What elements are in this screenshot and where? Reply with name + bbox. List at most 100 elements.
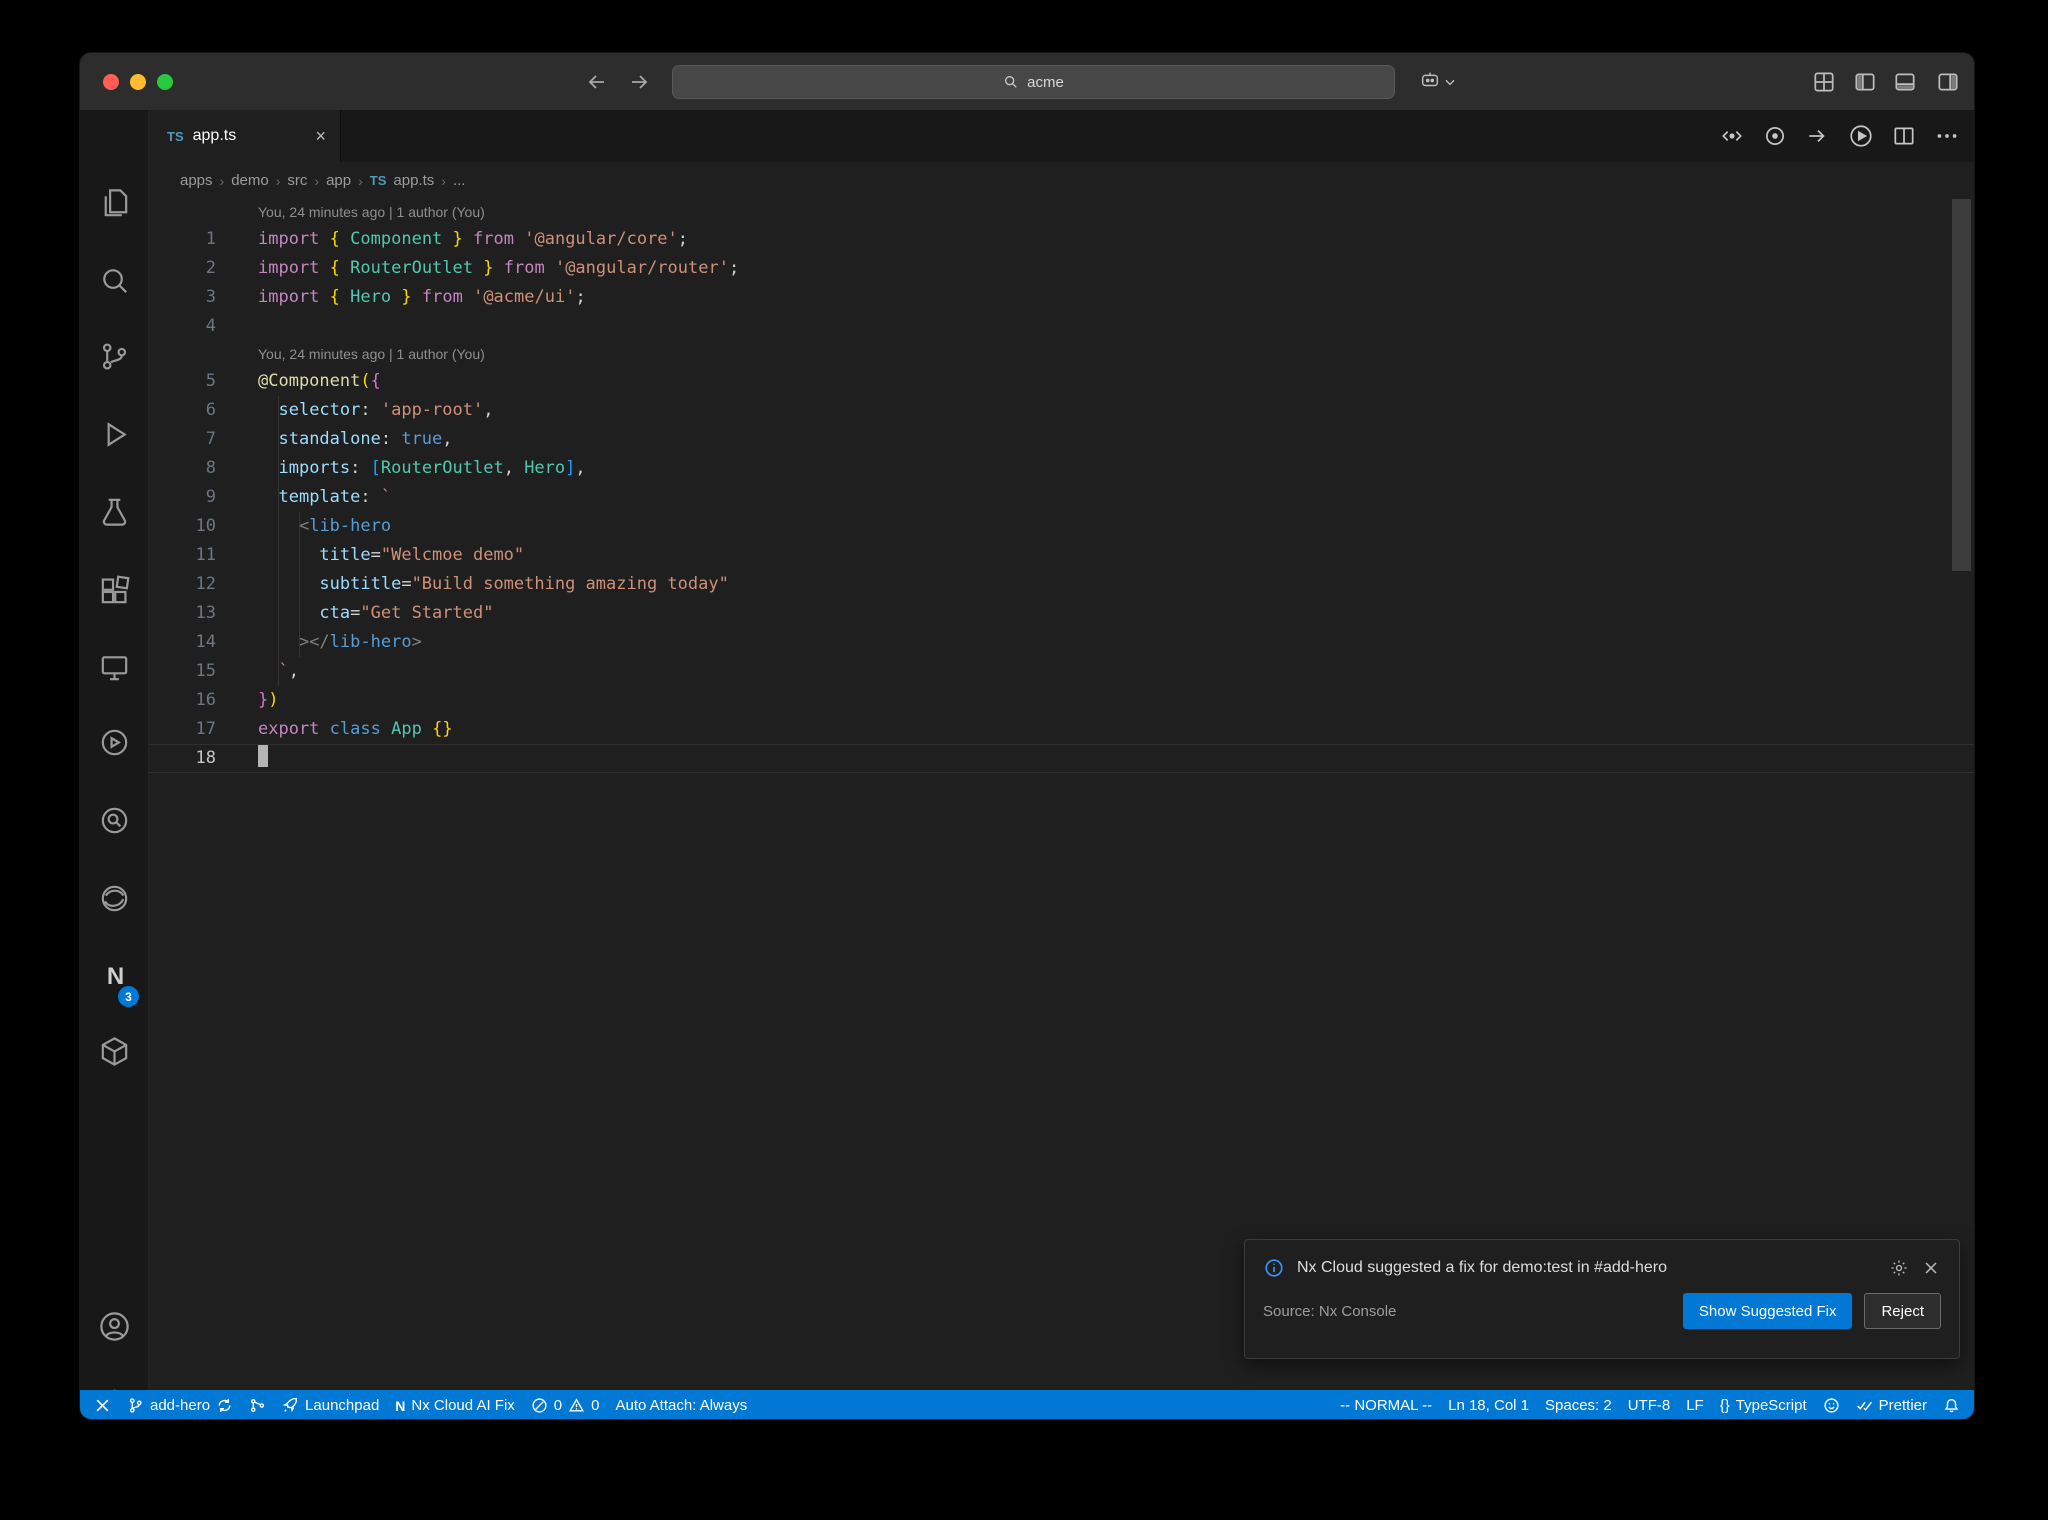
code-line[interactable]: 12 subtitle="Build something amazing tod… bbox=[149, 570, 1974, 599]
codelens-annotation[interactable]: You, 24 minutes ago | 1 author (You) bbox=[149, 199, 1974, 225]
notification-settings-gear-icon[interactable] bbox=[1889, 1258, 1909, 1278]
error-count: 0 bbox=[553, 1397, 563, 1414]
code-line[interactable]: 8 imports: [RouterOutlet, Hero], bbox=[149, 454, 1974, 483]
navigate-forward-button[interactable] bbox=[627, 70, 651, 94]
code-line[interactable]: 2 import { RouterOutlet } from '@angular/… bbox=[149, 254, 1974, 283]
code-line[interactable]: 3 import { Hero } from '@acme/ui'; bbox=[149, 283, 1974, 312]
code-line[interactable]: 9 template: ` bbox=[149, 483, 1974, 512]
language-mode-item[interactable]: {} TypeScript bbox=[1720, 1397, 1807, 1414]
line-number: 13 bbox=[195, 603, 216, 623]
explorer-icon[interactable] bbox=[97, 186, 132, 221]
circle-play-icon[interactable] bbox=[97, 725, 132, 760]
encoding-item[interactable]: UTF-8 bbox=[1628, 1397, 1671, 1414]
line-number: 17 bbox=[195, 719, 216, 739]
code-line[interactable]: 16}) bbox=[149, 686, 1974, 715]
toggle-primary-sidebar-icon[interactable] bbox=[1852, 69, 1878, 95]
tab-close-icon[interactable]: × bbox=[315, 127, 326, 145]
eol-item[interactable]: LF bbox=[1686, 1397, 1704, 1414]
feedback-smiley-icon[interactable] bbox=[1823, 1397, 1840, 1414]
line-number: 10 bbox=[195, 516, 216, 536]
notification-toast: Nx Cloud suggested a fix for demo:test i… bbox=[1244, 1239, 1960, 1359]
command-center-search[interactable]: acme bbox=[672, 65, 1395, 99]
line-number: 7 bbox=[205, 429, 216, 449]
code-line[interactable]: 6 selector: 'app-root', bbox=[149, 396, 1974, 425]
breadcrumb-item-demo[interactable]: demo bbox=[231, 172, 269, 189]
testing-icon[interactable] bbox=[97, 494, 132, 529]
line-number: 8 bbox=[205, 458, 216, 478]
breadcrumb-item-src[interactable]: src bbox=[287, 172, 307, 189]
accounts-icon[interactable] bbox=[97, 1309, 132, 1344]
notifications-bell-icon[interactable] bbox=[1943, 1397, 1960, 1414]
remote-explorer-icon[interactable] bbox=[97, 650, 132, 685]
code-line[interactable]: 15 `, bbox=[149, 657, 1974, 686]
editor-scrollbar[interactable] bbox=[1952, 199, 1971, 571]
code-text: cta="Get Started" bbox=[319, 603, 494, 623]
code-line[interactable]: 14 ></lib-hero> bbox=[149, 628, 1974, 657]
show-suggested-fix-button[interactable]: Show Suggested Fix bbox=[1682, 1293, 1853, 1329]
source-control-icon[interactable] bbox=[97, 339, 132, 374]
code-line[interactable]: 13 cta="Get Started" bbox=[149, 599, 1974, 628]
search-value: acme bbox=[1027, 73, 1064, 91]
search-icon[interactable] bbox=[97, 263, 132, 298]
tab-app-ts[interactable]: TS app.ts × bbox=[149, 110, 341, 162]
typescript-file-icon: TS bbox=[369, 173, 387, 188]
code-line[interactable]: 11 title="Welcmoe demo" bbox=[149, 541, 1974, 570]
zoom-window-button[interactable] bbox=[157, 74, 173, 90]
prettier-label: Prettier bbox=[1878, 1397, 1927, 1414]
code-line[interactable]: 1 import { Component } from '@angular/cor… bbox=[149, 225, 1974, 254]
breadcrumb-item-symbol[interactable]: ... bbox=[453, 172, 466, 189]
breadcrumb-item-app[interactable]: app bbox=[326, 172, 351, 189]
nx-cloud-ai-fix-item[interactable]: N Nx Cloud AI Fix bbox=[395, 1397, 515, 1414]
reject-button[interactable]: Reject bbox=[1864, 1293, 1941, 1329]
forward-arrow-icon[interactable] bbox=[1805, 123, 1831, 149]
breadcrumb-item-apps[interactable]: apps bbox=[180, 172, 213, 189]
customize-layout-icon[interactable] bbox=[1811, 69, 1837, 95]
braces-icon: {} bbox=[1719, 1397, 1730, 1414]
nx-icon: N bbox=[395, 1397, 406, 1414]
toggle-panel-icon[interactable] bbox=[1892, 69, 1918, 95]
code-line[interactable]: 10 <lib-hero bbox=[149, 512, 1974, 541]
error-icon bbox=[532, 1398, 547, 1413]
cursor-position-item[interactable]: Ln 18, Col 1 bbox=[1448, 1397, 1529, 1414]
code-line[interactable]: 18 bbox=[149, 744, 1974, 773]
breadcrumb-item-file[interactable]: app.ts bbox=[393, 172, 434, 189]
code-editor[interactable]: You, 24 minutes ago | 1 author (You) 1 imp… bbox=[149, 199, 1974, 1390]
chevron-down-icon[interactable] bbox=[1443, 75, 1457, 101]
auto-attach-item[interactable]: Auto Attach: Always bbox=[615, 1397, 747, 1414]
package-cube-icon[interactable] bbox=[97, 1034, 132, 1069]
prettier-item[interactable]: Prettier bbox=[1856, 1397, 1927, 1414]
commit-graph-icon[interactable] bbox=[249, 1397, 266, 1414]
run-debug-icon[interactable] bbox=[97, 417, 132, 452]
extensions-icon[interactable] bbox=[97, 573, 132, 608]
remote-indicator[interactable] bbox=[94, 1397, 111, 1414]
run-file-icon[interactable] bbox=[1848, 123, 1874, 149]
code-nav-icon[interactable] bbox=[1719, 123, 1745, 149]
indent-guide bbox=[299, 512, 300, 657]
code-line[interactable]: 17 export class App {} bbox=[149, 715, 1974, 744]
codelens-annotation[interactable]: You, 24 minutes ago | 1 author (You) bbox=[149, 341, 1974, 367]
chevron-right-icon: › bbox=[358, 172, 363, 189]
navigate-back-button[interactable] bbox=[585, 70, 609, 94]
code-line[interactable]: 7 standalone: true, bbox=[149, 425, 1974, 454]
code-text: import { Hero } from '@acme/ui'; bbox=[258, 287, 586, 307]
code-lines: You, 24 minutes ago | 1 author (You) 1 imp… bbox=[149, 199, 1974, 773]
launchpad-item[interactable]: Launchpad bbox=[282, 1397, 379, 1414]
close-window-button[interactable] bbox=[103, 74, 119, 90]
problems-item[interactable]: 0 0 bbox=[531, 1397, 599, 1414]
branch-name: add-hero bbox=[150, 1397, 211, 1414]
vim-mode-indicator[interactable]: -- NORMAL -- bbox=[1340, 1397, 1432, 1414]
split-editor-icon[interactable] bbox=[1891, 123, 1917, 149]
code-line[interactable]: 5 @Component({ bbox=[149, 367, 1974, 396]
code-text: import { Component } from '@angular/core… bbox=[258, 229, 689, 249]
target-circle-icon[interactable] bbox=[1762, 123, 1788, 149]
search-circle-icon[interactable] bbox=[97, 803, 132, 838]
more-actions-icon[interactable] bbox=[1934, 123, 1960, 149]
toggle-secondary-sidebar-icon[interactable] bbox=[1935, 69, 1961, 95]
edge-devtools-icon[interactable] bbox=[97, 881, 132, 916]
minimize-window-button[interactable] bbox=[130, 74, 146, 90]
code-line[interactable]: 4 bbox=[149, 312, 1974, 341]
notification-close-icon[interactable] bbox=[1921, 1258, 1941, 1278]
indentation-item[interactable]: Spaces: 2 bbox=[1545, 1397, 1612, 1414]
git-branch-item[interactable]: add-hero bbox=[127, 1397, 233, 1414]
copilot-icon[interactable] bbox=[1419, 69, 1441, 95]
